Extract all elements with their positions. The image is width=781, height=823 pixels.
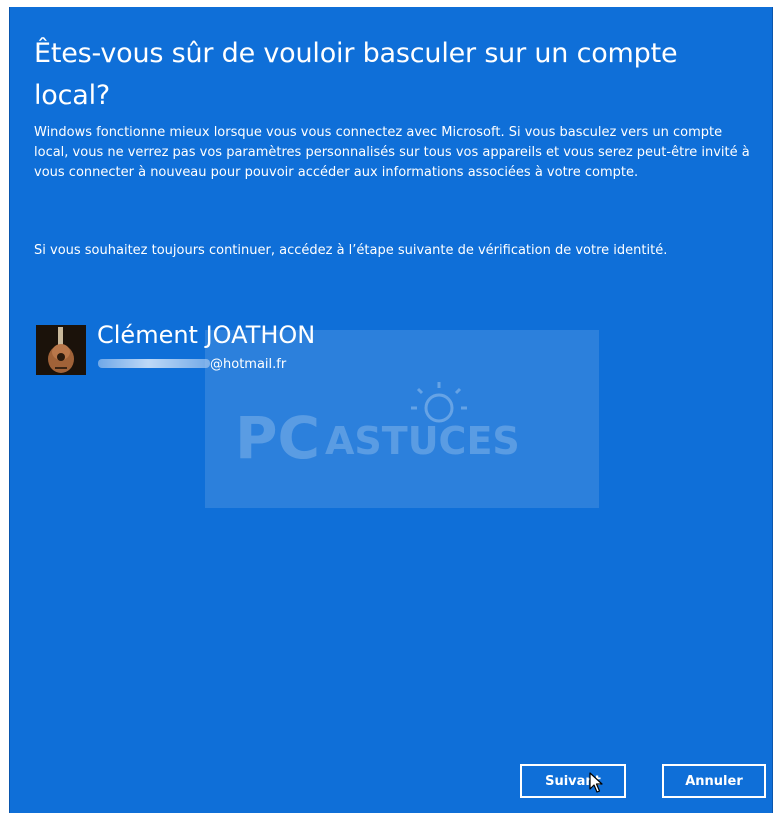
- blurred-email-username: [98, 359, 210, 368]
- account-email: @hotmail.fr: [98, 355, 286, 375]
- email-domain: @hotmail.fr: [210, 357, 287, 372]
- account-tile: Clément JOATHON @hotmail.fr: [36, 321, 396, 379]
- cancel-button-label: Annuler: [685, 773, 743, 789]
- next-button-label: Suivant: [545, 773, 601, 789]
- watermark-astuces-text: ASTUCES: [325, 419, 520, 463]
- next-button[interactable]: Suivant: [520, 764, 626, 798]
- continue-paragraph: Si vous souhaitez toujours continuer, ac…: [34, 243, 668, 258]
- dialog-title: Êtes-vous sûr de vouloir basculer sur un…: [34, 38, 678, 111]
- guitar-avatar-icon: [36, 325, 86, 375]
- dialog-window: Êtes-vous sûr de vouloir basculer sur un…: [9, 7, 773, 813]
- account-name: Clément JOATHON: [97, 321, 316, 349]
- watermark-pc-text: PC: [235, 404, 320, 472]
- description-paragraph: Windows fonctionne mieux lorsque vous vo…: [34, 125, 750, 180]
- cancel-button[interactable]: Annuler: [662, 764, 766, 798]
